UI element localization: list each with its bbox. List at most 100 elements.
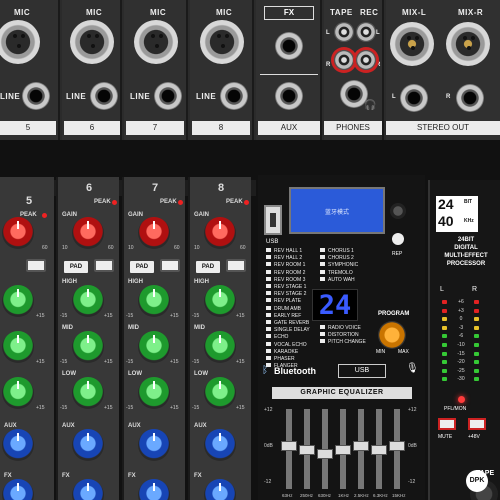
pad-switch[interactable] (94, 259, 114, 272)
mid-eq-knob[interactable] (204, 331, 236, 363)
high-eq-knob[interactable] (138, 285, 170, 317)
desc-line: 24BIT (457, 237, 475, 243)
mid-eq-knob[interactable] (2, 331, 34, 363)
r-label: R (326, 62, 331, 68)
processor-meter-panel: 24 40 BIT KHz 24BIT DIGITAL MULTI-EFFECT… (428, 180, 500, 500)
gain-knob[interactable] (138, 217, 170, 249)
rec-out-l-rca[interactable] (356, 22, 376, 42)
eq-max-tick: +15 (170, 313, 179, 319)
gain-knob[interactable] (72, 217, 104, 249)
effect-item: REV HALL 1 (266, 248, 310, 255)
line-jack-8[interactable] (220, 82, 248, 110)
effects-list-right: CHORUS 1 CHORUS 2 SYMPHONIC TREMOLO AUTO… (320, 248, 358, 284)
line-jack-7[interactable] (154, 82, 182, 110)
aux-knob[interactable] (2, 429, 34, 461)
gain-max-tick: 60 (108, 245, 114, 251)
pad-label: PAD (130, 261, 154, 273)
low-eq-knob[interactable] (72, 377, 104, 409)
geq-band-labels: 63Hz 250Hz 630Hz 1KHz 2.5KHz 6.3KHz 15KH… (278, 493, 418, 500)
geq-scale-bottom: -12 (408, 479, 416, 485)
gain-knob[interactable] (204, 217, 236, 249)
fx-send-label: FX (264, 6, 314, 20)
low-eq-knob[interactable] (138, 377, 170, 409)
xlr-input-7[interactable] (134, 20, 178, 64)
gain-knob[interactable] (2, 217, 34, 249)
high-eq-knob[interactable] (2, 285, 34, 317)
fx-knob[interactable] (2, 479, 34, 500)
aux-send-jack[interactable] (275, 82, 303, 110)
eq-max-tick: +15 (236, 359, 245, 365)
effect-item: SYMPHONIC (320, 262, 358, 269)
lcd-display: 蓝牙模式 (289, 187, 385, 234)
mix-l-label: MIX-L (402, 8, 427, 17)
eq-max-tick: +15 (36, 313, 45, 319)
mute-label: MUTE (438, 434, 453, 440)
meter-led (442, 351, 447, 356)
eq-max-tick: +15 (36, 405, 45, 411)
eq-min-tick: -15 (126, 405, 134, 411)
tape-in-l-rca[interactable] (334, 22, 354, 42)
mid-eq-knob[interactable] (138, 331, 170, 363)
stereo-out-l-jack[interactable] (400, 84, 428, 112)
pad-switch[interactable] (26, 259, 46, 272)
effect-item: ECHO (266, 334, 310, 341)
pad-switch[interactable] (160, 259, 180, 272)
geq-slider-630hz[interactable] (317, 409, 333, 489)
xlr-output-r[interactable] (446, 22, 490, 66)
meter-r-label: R (472, 286, 478, 293)
aux-knob[interactable] (204, 429, 236, 461)
line-jack-6[interactable] (90, 82, 118, 110)
geq-slider-1khz[interactable] (335, 409, 351, 489)
fx-knob[interactable] (138, 479, 170, 500)
xlr-input-8[interactable] (200, 20, 244, 64)
geq-band-label: 6.3KHz (373, 493, 388, 498)
geq-scale-top: +12 (264, 407, 273, 413)
high-eq-knob[interactable] (72, 285, 104, 317)
geq-band-label: 2.5KHz (354, 493, 369, 498)
rec-out-r-rca[interactable] (356, 50, 376, 70)
eq-min-tick: -15 (126, 359, 134, 365)
media-jog-knob[interactable] (390, 203, 406, 219)
eq-max-tick: +15 (170, 405, 179, 411)
mid-eq-knob[interactable] (72, 331, 104, 363)
geq-slider-6-3khz[interactable] (371, 409, 387, 489)
xlr-output-l[interactable] (390, 22, 434, 66)
high-label: HIGH (62, 279, 77, 285)
aux-knob[interactable] (72, 429, 104, 461)
aux-knob[interactable] (138, 429, 170, 461)
stereo-out-label: STEREO OUT (386, 121, 500, 135)
pad-switch[interactable] (226, 259, 246, 272)
fx-send-jack[interactable] (275, 32, 303, 60)
geq-band-label: 63Hz (282, 493, 293, 498)
geq-slider-63hz[interactable] (281, 409, 297, 489)
geq-slider-2-5khz[interactable] (353, 409, 369, 489)
program-knob[interactable] (378, 321, 406, 349)
effects-panel: USB 蓝牙模式 REP REV HALL 1 REV HALL 2 REV R… (258, 175, 425, 500)
fx-knob[interactable] (204, 479, 236, 500)
input-slot-5: MIC LINE 5 (0, 0, 60, 140)
line-jack-5[interactable] (22, 82, 50, 110)
xlr-input-5[interactable] (0, 20, 40, 64)
stereo-out-r-jack[interactable] (456, 84, 484, 112)
high-eq-knob[interactable] (204, 285, 236, 317)
effect-item: RADIO VOICE (320, 325, 366, 332)
xlr-input-6[interactable] (70, 20, 114, 64)
rep-button[interactable] (392, 233, 404, 245)
divider (260, 74, 318, 75)
phantom-power-label: +48V (468, 434, 480, 440)
usb-port[interactable] (264, 205, 282, 235)
fx-knob[interactable] (72, 479, 104, 500)
low-label: LOW (194, 371, 208, 377)
mute-button[interactable] (438, 418, 456, 430)
geq-slider-250hz[interactable] (299, 409, 315, 489)
aux-label: AUX (4, 423, 17, 429)
low-eq-knob[interactable] (204, 377, 236, 409)
low-eq-knob[interactable] (2, 377, 34, 409)
tape-in-r-rca[interactable] (334, 50, 354, 70)
geq-slider-15khz[interactable] (389, 409, 405, 489)
meter-led (442, 334, 447, 339)
processor-description: 24BIT DIGITAL MULTI-EFFECT PROCESSOR (434, 236, 498, 268)
phantom-power-button[interactable] (468, 418, 486, 430)
peak-led (112, 200, 117, 205)
effect-item: EARLY REF (266, 313, 310, 320)
